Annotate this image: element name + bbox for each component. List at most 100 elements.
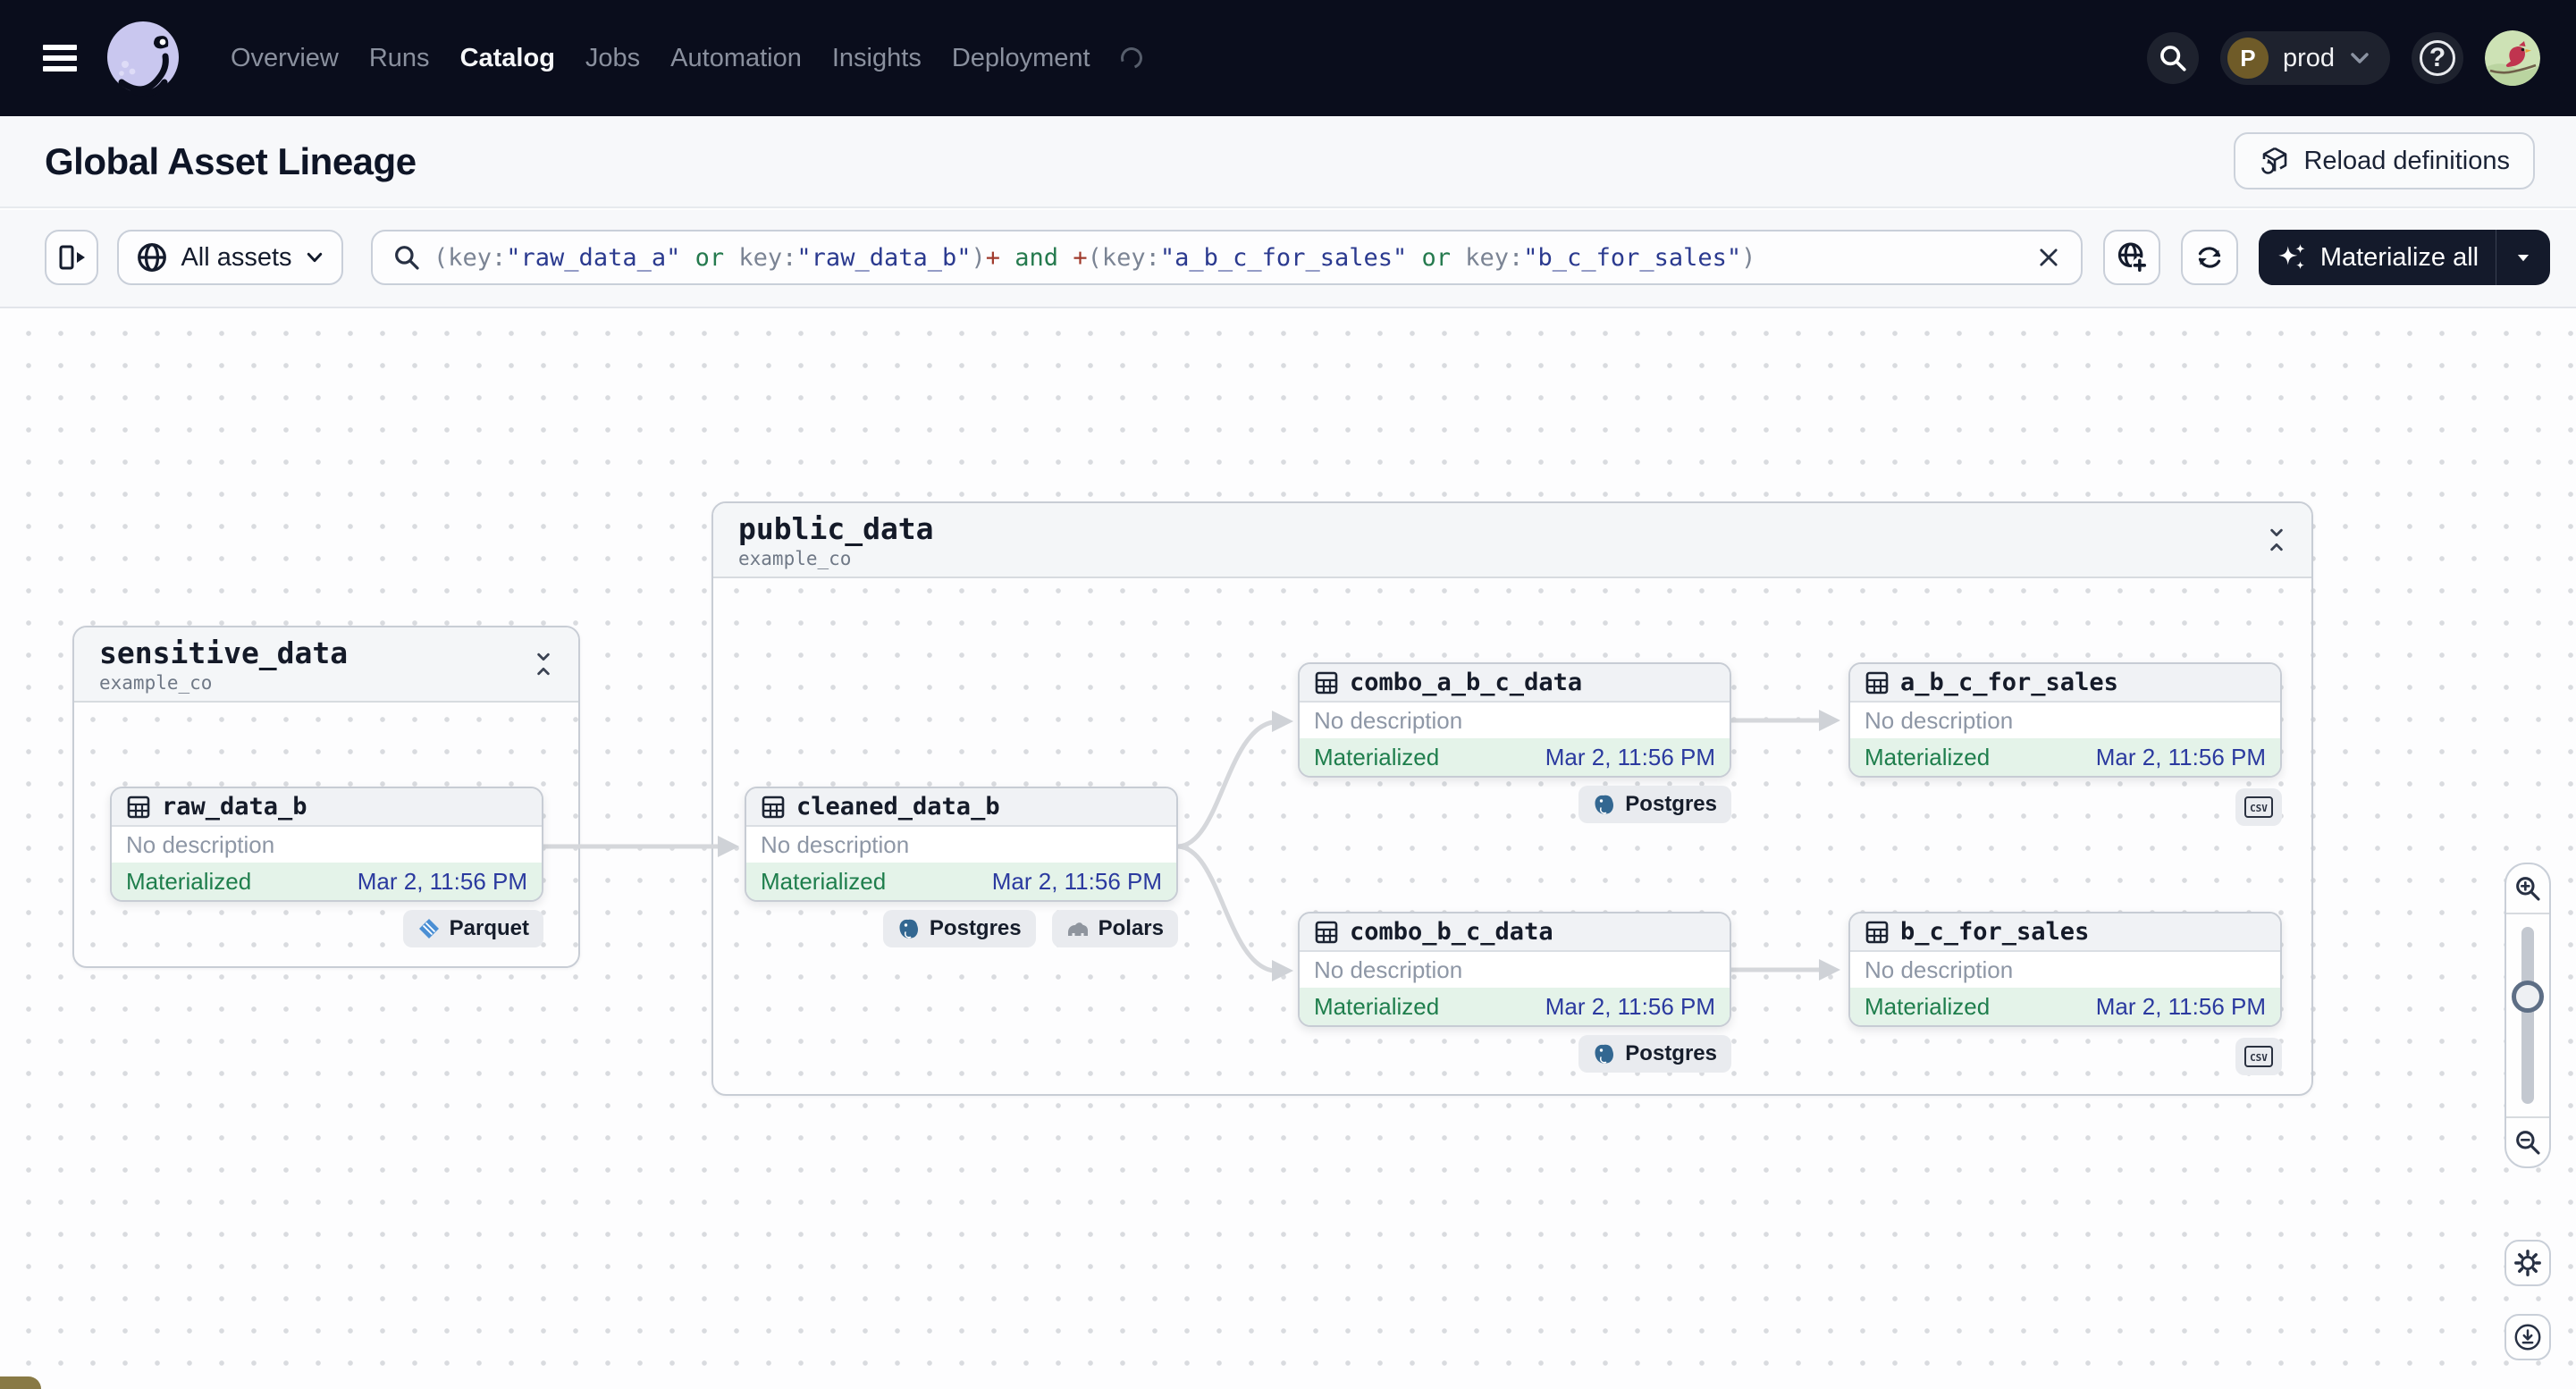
svg-text:CSV: CSV	[2250, 1052, 2268, 1064]
kind-badge-polars[interactable]: Polars	[1051, 910, 1178, 947]
postgres-icon	[899, 919, 918, 939]
kind-badge-csv[interactable]: CSV	[2235, 788, 2282, 826]
download-image-button[interactable]	[2504, 1314, 2551, 1360]
asset-node-combo-a-b-c-data[interactable]: combo_a_b_c_data No description Material…	[1298, 662, 1731, 778]
clear-query-button[interactable]	[2036, 245, 2061, 270]
nav-item-jobs[interactable]: Jobs	[585, 44, 640, 73]
asset-node-a-b-c-for-sales[interactable]: a_b_c_for_sales No description Materiali…	[1848, 662, 2282, 778]
asset-node-header: raw_data_b	[112, 788, 542, 827]
kind-badge-label: Polars	[1098, 916, 1164, 940]
download-icon	[2514, 1324, 2541, 1351]
asset-status-bar: Materialized Mar 2, 11:56 PM	[112, 863, 542, 900]
refresh-button[interactable]	[2181, 230, 2238, 285]
cardinal-avatar-icon	[2485, 30, 2540, 86]
close-icon	[2040, 248, 2058, 266]
materialize-all-main[interactable]: Materialize all	[2259, 230, 2496, 285]
materialization-timestamp: Mar 2, 11:56 PM	[2095, 992, 2266, 1020]
table-icon	[1865, 671, 1889, 694]
asset-description: No description	[1300, 703, 1730, 738]
kind-badge-postgres[interactable]: Postgres	[882, 910, 1036, 947]
asset-status-bar: Materialized Mar 2, 11:56 PM	[1850, 738, 2280, 776]
nav-links: Overview Runs Catalog Jobs Automation In…	[231, 44, 1146, 73]
group-header[interactable]: sensitive_data example_co	[74, 627, 578, 703]
kind-badge-csv[interactable]: CSV	[2235, 1038, 2282, 1075]
user-avatar[interactable]	[2485, 30, 2540, 86]
asset-node-header: combo_a_b_c_data	[1300, 664, 1730, 703]
hamburger-menu-icon[interactable]	[43, 45, 77, 72]
asset-title: raw_data_b	[162, 793, 307, 821]
asset-query-input[interactable]: (key:"raw_data_a" or key:"raw_data_b")+ …	[371, 230, 2083, 285]
group-header[interactable]: public_data example_co	[713, 503, 2311, 578]
kind-badge-parquet[interactable]: Parquet	[402, 910, 543, 947]
chevron-down-icon	[2351, 53, 2369, 63]
group-repo-label: example_co	[738, 547, 852, 569]
workspace-switcher[interactable]: P prod	[2219, 31, 2390, 85]
search-button[interactable]	[2146, 32, 2199, 84]
asset-description: No description	[1300, 952, 1730, 988]
asset-title: a_b_c_for_sales	[1900, 669, 2118, 696]
asset-node-raw-data-b[interactable]: raw_data_b No description Materialized M…	[110, 787, 543, 902]
workspace-name: prod	[2282, 43, 2335, 72]
graph-settings-button[interactable]	[2504, 1240, 2551, 1286]
asset-badges: Postgres	[1298, 786, 1731, 823]
zoom-slider[interactable]	[2506, 914, 2549, 1116]
asset-node-header: a_b_c_for_sales	[1850, 664, 2280, 703]
page-title: Global Asset Lineage	[45, 139, 417, 182]
zoom-out-button[interactable]	[2506, 1116, 2549, 1166]
materialization-timestamp: Mar 2, 11:56 PM	[991, 867, 1162, 895]
asset-title: b_c_for_sales	[1900, 918, 2090, 946]
kind-badge-label: Postgres	[929, 916, 1022, 940]
asset-badges: Postgres	[1298, 1035, 1731, 1073]
nav-item-insights[interactable]: Insights	[832, 44, 922, 73]
search-icon	[395, 246, 419, 270]
asset-node-b-c-for-sales[interactable]: b_c_for_sales No description Materialize…	[1848, 912, 2282, 1027]
collapse-icon	[2270, 528, 2283, 551]
collapse-icon	[537, 652, 550, 676]
nav-right-cluster: P prod ?	[2146, 30, 2540, 86]
asset-node-header: b_c_for_sales	[1850, 913, 2280, 952]
asset-node-header: combo_b_c_data	[1300, 913, 1730, 952]
nav-item-runs[interactable]: Runs	[369, 44, 430, 73]
lineage-canvas[interactable]: sensitive_data example_co public_data ex…	[0, 310, 2576, 1389]
parquet-icon	[418, 919, 439, 939]
materialization-timestamp: Mar 2, 11:56 PM	[357, 867, 527, 895]
asset-scope-dropdown[interactable]: All assets	[117, 230, 343, 285]
collapse-group-button[interactable]	[2267, 526, 2286, 553]
asset-status-bar: Materialized Mar 2, 11:56 PM	[1850, 988, 2280, 1025]
materialization-timestamp: Mar 2, 11:56 PM	[2095, 743, 2266, 770]
search-icon	[2160, 46, 2186, 72]
kind-badge-postgres[interactable]: Postgres	[1578, 786, 1731, 823]
asset-node-cleaned-data-b[interactable]: cleaned_data_b No description Materializ…	[745, 787, 1178, 902]
status-badge: Materialized	[1865, 992, 1991, 1020]
dagster-logo-icon[interactable]	[104, 19, 182, 97]
asset-scope-label: All assets	[181, 242, 292, 272]
globe-icon	[138, 243, 167, 272]
zoom-slider-handle[interactable]	[2512, 981, 2544, 1013]
asset-node-combo-b-c-data[interactable]: combo_b_c_data No description Materializ…	[1298, 912, 1731, 1027]
materialize-options-button[interactable]	[2496, 230, 2550, 285]
reload-definitions-label: Reload definitions	[2303, 146, 2510, 175]
kind-badge-postgres[interactable]: Postgres	[1578, 1035, 1731, 1073]
postgres-icon	[1595, 1044, 1614, 1064]
asset-query-value: (key:"raw_data_a" or key:"raw_data_b")+ …	[434, 243, 1756, 272]
add-scope-button[interactable]	[2103, 230, 2160, 285]
zoom-controls	[2504, 863, 2551, 1168]
collapse-group-button[interactable]	[534, 651, 553, 678]
nav-item-catalog[interactable]: Catalog	[460, 44, 555, 73]
materialize-all-label: Materialize all	[2319, 242, 2479, 272]
zoom-slider-track[interactable]	[2521, 927, 2534, 1104]
nav-item-overview[interactable]: Overview	[231, 44, 339, 73]
materialize-all-button[interactable]: Materialize all	[2259, 230, 2550, 285]
zoom-in-button[interactable]	[2506, 864, 2549, 914]
table-icon	[127, 796, 150, 818]
dagster-app: Overview Runs Catalog Jobs Automation In…	[0, 0, 2576, 1389]
nav-item-automation[interactable]: Automation	[670, 44, 802, 73]
open-sidebar-button[interactable]	[45, 230, 98, 285]
sparkles-icon	[2278, 244, 2305, 270]
asset-badges: CSV	[1848, 788, 2282, 826]
asset-node-header: cleaned_data_b	[746, 788, 1176, 827]
asset-description: No description	[746, 827, 1176, 863]
nav-item-deployment[interactable]: Deployment	[952, 44, 1090, 73]
reload-definitions-button[interactable]: Reload definitions	[2234, 132, 2535, 189]
help-button[interactable]: ?	[2412, 32, 2463, 84]
